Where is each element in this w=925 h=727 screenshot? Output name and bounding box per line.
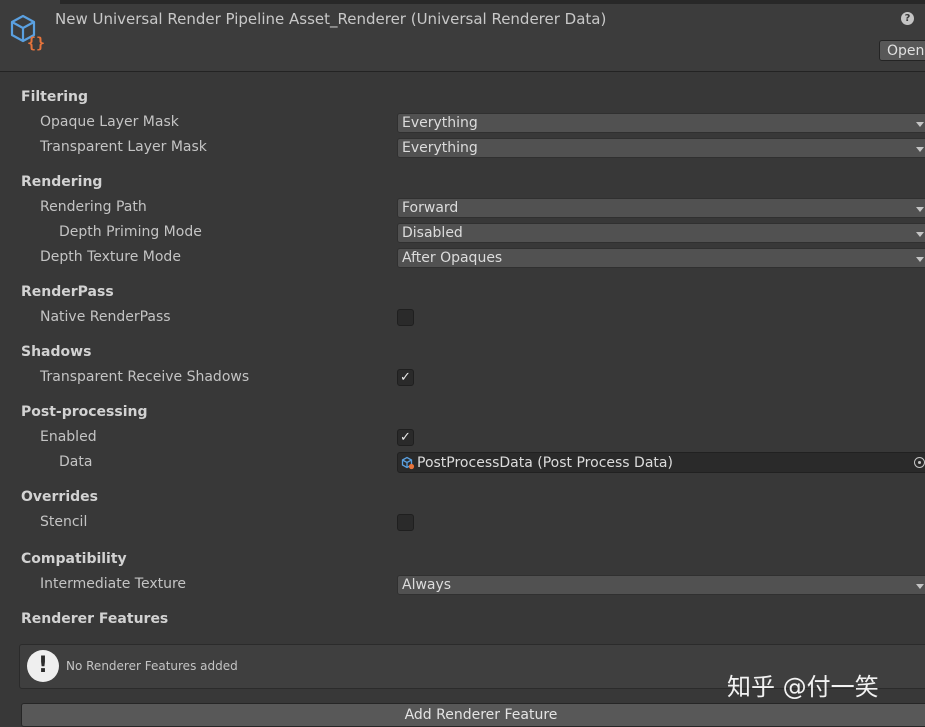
dropdown-value: After Opaques [402,250,503,266]
checkmark-icon: ✓ [400,370,411,385]
chevron-down-icon [916,257,924,262]
opaque-layer-mask-label: Opaque Layer Mask [40,114,179,130]
tab-strip [60,0,925,4]
stencil-checkbox[interactable] [397,514,414,531]
dropdown-value: Disabled [402,225,463,241]
watermark: 知乎 @付一笑 [727,673,879,701]
section-filtering[interactable]: Filtering [21,89,88,105]
scriptable-object-icon: {} [10,14,45,52]
help-icon[interactable]: ? [901,12,914,25]
chevron-down-icon [916,147,924,152]
rendering-path-dropdown[interactable]: Forward [397,198,925,218]
section-shadows[interactable]: Shadows [21,344,91,360]
native-renderpass-label: Native RenderPass [40,309,171,325]
section-renderpass[interactable]: RenderPass [21,284,114,300]
pp-data-object-field[interactable]: PostProcessData (Post Process Data) [397,452,925,473]
depth-texture-mode-label: Depth Texture Mode [40,249,181,265]
chevron-down-icon [916,232,924,237]
section-post-processing[interactable]: Post-processing [21,404,148,420]
chevron-down-icon [916,207,924,212]
pp-enabled-label: Enabled [40,429,97,445]
intermediate-texture-dropdown[interactable]: Always [397,575,925,595]
object-picker-icon[interactable] [914,457,925,468]
dropdown-value: Everything [402,115,478,131]
dropdown-value: Always [402,577,452,593]
object-field-value: PostProcessData (Post Process Data) [417,455,673,471]
section-renderer-features: Renderer Features [21,611,169,627]
transparent-layer-mask-dropdown[interactable]: Everything [397,138,925,158]
native-renderpass-checkbox[interactable] [397,309,414,326]
depth-texture-mode-dropdown[interactable]: After Opaques [397,248,925,268]
checkmark-icon: ✓ [400,430,411,445]
dropdown-value: Forward [402,200,459,216]
section-compatibility[interactable]: Compatibility [21,551,127,567]
pp-data-label: Data [59,454,93,470]
scriptable-object-icon [401,456,415,470]
section-overrides[interactable]: Overrides [21,489,98,505]
inspector-header: {} New Universal Render Pipeline Asset_R… [0,0,925,72]
warning-icon: ! [27,650,59,682]
section-rendering[interactable]: Rendering [21,174,102,190]
transparent-receive-shadows-checkbox[interactable]: ✓ [397,369,414,386]
intermediate-texture-label: Intermediate Texture [40,576,187,592]
helpbox-message: No Renderer Features added [66,659,238,673]
transparent-receive-shadows-label: Transparent Receive Shadows [40,369,250,385]
transparent-layer-mask-label: Transparent Layer Mask [40,139,207,155]
asset-title: New Universal Render Pipeline Asset_Rend… [55,10,607,28]
add-renderer-feature-button[interactable]: Add Renderer Feature [21,703,925,727]
pp-enabled-checkbox[interactable]: ✓ [397,429,414,446]
depth-priming-mode-dropdown[interactable]: Disabled [397,223,925,243]
svg-text:{}: {} [27,34,45,52]
chevron-down-icon [916,584,924,589]
stencil-label: Stencil [40,514,88,530]
open-button[interactable]: Open [879,40,925,61]
opaque-layer-mask-dropdown[interactable]: Everything [397,113,925,133]
dropdown-value: Everything [402,140,478,156]
chevron-down-icon [916,122,924,127]
rendering-path-label: Rendering Path [40,199,147,215]
depth-priming-mode-label: Depth Priming Mode [59,224,202,240]
